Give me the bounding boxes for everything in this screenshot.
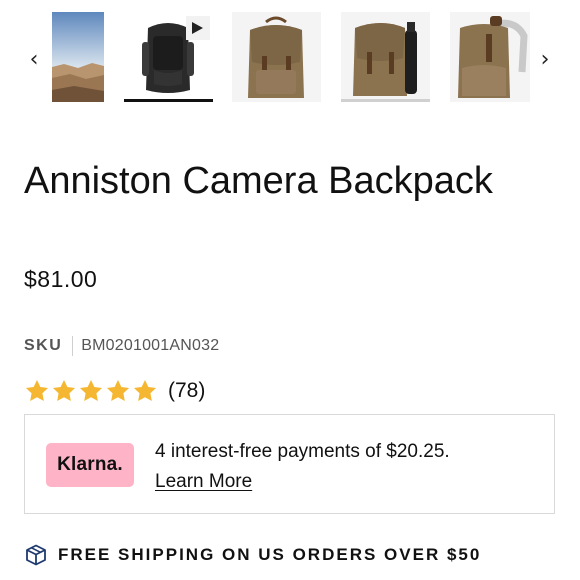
star-icon <box>52 379 76 401</box>
sku-row: SKU BM0201001AN032 <box>24 335 219 357</box>
klarna-installment-text: 4 interest-free payments of $20.25. <box>155 441 450 462</box>
thumbnail-landscape[interactable] <box>52 12 104 102</box>
star-icon <box>106 379 130 401</box>
sku-label: SKU <box>24 337 63 354</box>
star-icon <box>25 379 49 401</box>
thumbnail-brown-backpack-tripod[interactable] <box>341 12 430 102</box>
star-icon <box>133 379 157 401</box>
product-rating[interactable]: (78) <box>24 377 205 405</box>
star-icon <box>79 379 103 401</box>
package-icon <box>26 544 46 566</box>
gallery-prev-button[interactable]: ‹ <box>24 46 44 74</box>
thumbnail-brown-backpack-side[interactable] <box>450 12 530 102</box>
product-price: $81.00 <box>24 266 98 292</box>
chevron-right-icon: › <box>540 47 550 72</box>
klarna-message: 4 interest-free payments of $20.25. Lear… <box>155 437 450 497</box>
klarna-logo: Klarna. <box>46 443 134 487</box>
review-count[interactable]: (78) <box>168 379 205 403</box>
free-shipping-text: FREE SHIPPING ON US ORDERS OVER $50 <box>58 545 482 564</box>
rating-stars <box>24 378 158 404</box>
shipping-banner: FREE SHIPPING ON US ORDERS OVER $50 <box>24 542 481 568</box>
thumbnail-black-backpack-video[interactable] <box>124 12 213 102</box>
gallery-next-button[interactable]: › <box>535 46 555 74</box>
klarna-payment-box: Klarna. 4 interest-free payments of $20.… <box>24 414 555 514</box>
thumbnail-brown-backpack-front[interactable] <box>232 12 321 102</box>
sku-divider <box>72 336 74 356</box>
product-title: Anniston Camera Backpack <box>24 160 493 202</box>
play-icon <box>192 22 203 34</box>
product-thumbnail-gallery: ‹ › <box>0 0 580 112</box>
sku-value: BM0201001AN032 <box>81 337 220 354</box>
chevron-left-icon: ‹ <box>29 47 39 72</box>
klarna-learn-more-link[interactable]: Learn More <box>155 471 252 492</box>
